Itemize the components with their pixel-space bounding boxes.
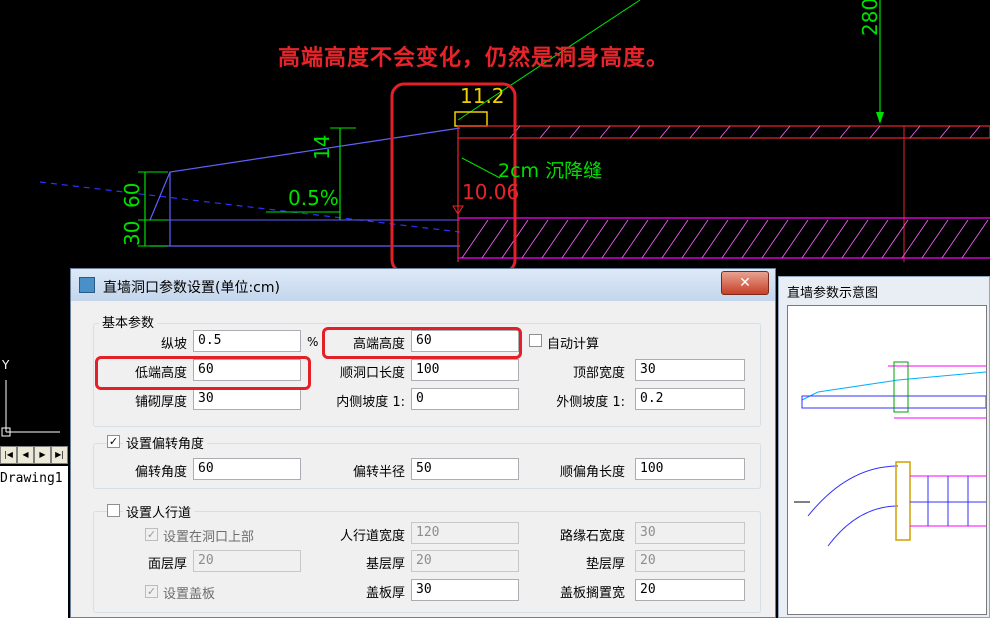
rotation-radius-input[interactable]: 50 bbox=[411, 458, 519, 480]
preview-diagram bbox=[794, 361, 987, 547]
tunnel-param-dialog: 直墙洞口参数设置(单位:cm) ✕ 基本参数 纵坡 0.5 % 高端高度 60 … bbox=[70, 268, 776, 618]
pave-thickness-input[interactable]: 30 bbox=[193, 388, 301, 410]
dim-text-30: 30 bbox=[120, 220, 144, 246]
close-button[interactable]: ✕ bbox=[721, 271, 769, 295]
dim-text-280: 280 bbox=[858, 0, 882, 36]
inner-slope-label: 内侧坡度 1: bbox=[336, 395, 405, 410]
dim-text-14: 14 bbox=[310, 134, 334, 160]
tab-nav-first-button[interactable]: |◀ bbox=[0, 446, 17, 464]
high-height-highlight bbox=[322, 327, 522, 359]
base-thickness-input[interactable]: 20 bbox=[411, 550, 519, 572]
rotation-length-label: 顺偏角长度 bbox=[559, 465, 625, 480]
pv-plan-headwall bbox=[895, 461, 911, 541]
slope-dashed-line bbox=[39, 181, 461, 233]
model-tab[interactable]: Drawing1 bbox=[0, 466, 68, 496]
sidewalk-group-title: 设置人行道 bbox=[123, 502, 195, 521]
inner-slope-input[interactable]: 0 bbox=[411, 388, 519, 410]
auto-calc-label: 自动计算 bbox=[547, 337, 600, 352]
pv-plan-curve-outer bbox=[807, 465, 899, 517]
above-inlet-checkbox[interactable]: ✓ bbox=[145, 528, 158, 541]
surface-thickness-label: 面层厚 bbox=[147, 557, 187, 572]
cover-plate-checkbox[interactable]: ✓ bbox=[145, 585, 158, 598]
slope-unit: % bbox=[307, 335, 319, 349]
curb-width-label: 路缘石宽度 bbox=[559, 529, 625, 544]
dim-arrow-280 bbox=[876, 112, 884, 124]
pv-profile-wall bbox=[893, 361, 909, 413]
inlet-length-label: 顺洞口长度 bbox=[339, 366, 405, 381]
cushion-thickness-label: 垫层厚 bbox=[585, 557, 625, 572]
slab-hatching bbox=[509, 125, 981, 139]
rotation-angle-label: 偏转角度 bbox=[134, 465, 187, 480]
cad-command-area bbox=[0, 496, 68, 618]
app-icon bbox=[79, 277, 95, 293]
low-height-highlight bbox=[95, 356, 311, 390]
preview-title: 直墙参数示意图 bbox=[787, 286, 879, 301]
dim-text-settlement-joint: 2cm 沉降缝 bbox=[498, 160, 603, 182]
rotation-length-input[interactable]: 100 bbox=[635, 458, 745, 480]
auto-calc-checkbox[interactable] bbox=[529, 334, 542, 347]
outer-slope-input[interactable]: 0.2 bbox=[635, 388, 745, 410]
sidewalk-width-input[interactable]: 120 bbox=[411, 522, 519, 544]
preview-panel: 直墙参数示意图 bbox=[778, 276, 990, 618]
dim-text-10-06: 10.06 bbox=[462, 180, 520, 204]
tab-nav-next-button[interactable]: ▶ bbox=[34, 446, 51, 464]
basic-params-title: 基本参数 bbox=[99, 312, 158, 331]
slope-input[interactable]: 0.5 bbox=[193, 330, 301, 352]
ucs-y-label: Y bbox=[2, 358, 10, 372]
above-inlet-label: 设置在洞口上部 bbox=[163, 530, 255, 545]
sidewalk-checkbox[interactable] bbox=[107, 504, 120, 517]
dim-text-slope: 0.5% bbox=[288, 186, 339, 210]
drawing-highlight-box bbox=[390, 82, 517, 274]
red-annotation-text: 高端高度不会变化，仍然是洞身高度。 bbox=[278, 45, 670, 71]
cover-thickness-label: 盖板厚 bbox=[365, 586, 405, 601]
rotation-group-title: 设置偏转角度 bbox=[123, 433, 208, 452]
tab-nav-prev-button[interactable]: ◀ bbox=[17, 446, 34, 464]
outer-slope-label: 外侧坡度 1: bbox=[556, 395, 625, 410]
surface-thickness-input[interactable]: 20 bbox=[193, 550, 301, 572]
slope-label: 纵坡 bbox=[160, 337, 187, 352]
base-thickness-label: 基层厚 bbox=[365, 557, 405, 572]
pv-plan-hatch bbox=[927, 476, 969, 526]
dim-text-60: 60 bbox=[120, 182, 144, 208]
cover-rest-width-input[interactable]: 20 bbox=[635, 579, 745, 601]
tunnel-top-slab bbox=[457, 125, 990, 139]
inlet-length-input[interactable]: 100 bbox=[411, 359, 519, 381]
cover-rest-width-label: 盖板搁置宽 bbox=[559, 586, 625, 601]
pv-plan-curve-inner bbox=[827, 505, 899, 547]
cover-thickness-input[interactable]: 30 bbox=[411, 579, 519, 601]
cover-plate-cb-label: 设置盖板 bbox=[163, 587, 216, 602]
top-width-label: 顶部宽度 bbox=[572, 366, 625, 381]
dialog-title: 直墙洞口参数设置(单位:cm) bbox=[103, 280, 280, 296]
dialog-title-bar[interactable]: 直墙洞口参数设置(单位:cm) ✕ bbox=[71, 269, 775, 301]
tab-nav-last-button[interactable]: ▶| bbox=[51, 446, 68, 464]
cushion-thickness-input[interactable]: 20 bbox=[635, 550, 745, 572]
curb-width-input[interactable]: 30 bbox=[635, 522, 745, 544]
rotation-angle-input[interactable]: 60 bbox=[193, 458, 301, 480]
layout-tab-nav: |◀ ◀ ▶ ▶| bbox=[0, 446, 68, 464]
top-width-input[interactable]: 30 bbox=[635, 359, 745, 381]
rotation-radius-label: 偏转半径 bbox=[352, 465, 405, 480]
dim-text-11-2: 11.2 bbox=[460, 84, 505, 108]
joint-leader bbox=[461, 157, 501, 179]
sidewalk-width-label: 人行道宽度 bbox=[339, 529, 405, 544]
pave-thickness-label: 铺砌厚度 bbox=[134, 395, 187, 410]
rotation-checkbox[interactable]: ✓ bbox=[107, 435, 120, 448]
floor-hatching bbox=[461, 219, 989, 259]
preview-canvas bbox=[787, 305, 987, 615]
